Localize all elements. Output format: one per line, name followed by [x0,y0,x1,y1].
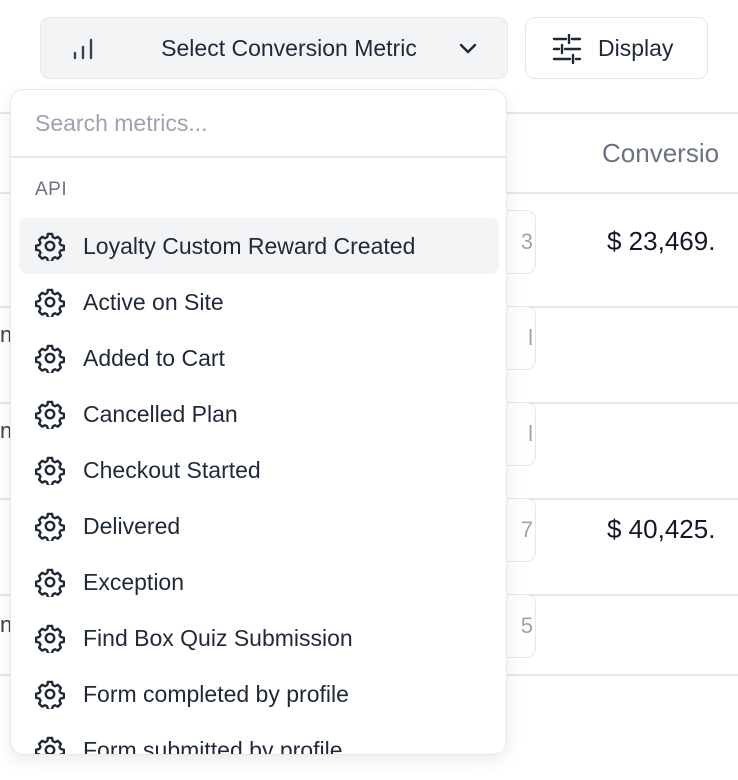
metric-option[interactable]: Active on Site [19,274,499,330]
metric-list: Loyalty Custom Reward Created Active on … [19,218,499,755]
metric-option[interactable]: Checkout Started [19,442,499,498]
conversion-amount: $ 40,425. [607,514,716,544]
chevron-down-icon [459,43,477,54]
metric-option[interactable]: Added to Cart [19,330,499,386]
metric-option-label: Exception [83,568,185,595]
group-label-api: API [35,179,68,200]
gear-icon [35,680,65,709]
display-button-label: Display [598,34,674,61]
metric-option-label: Added to Cart [83,344,225,371]
gear-icon [35,568,65,597]
metric-option-label: Cancelled Plan [83,400,238,427]
metric-option[interactable]: Form completed by profile [19,666,499,722]
gear-icon [35,344,65,373]
search-divider [11,156,506,158]
gear-icon [35,512,65,541]
metric-option-label: Delivered [83,512,181,539]
select-conversion-metric-button[interactable]: Select Conversion Metric [40,17,508,79]
metric-option-label: Active on Site [83,288,224,315]
gear-icon [35,400,65,429]
conversion-column-header: Conversio [602,138,720,168]
gear-icon [35,232,65,261]
gear-icon [35,736,65,754]
metric-option-label: Find Box Quiz Submission [83,624,353,651]
metric-option[interactable]: Exception [19,554,499,610]
metric-option[interactable]: Cancelled Plan [19,386,499,442]
gear-icon [35,288,65,317]
bar-chart-icon [73,38,93,60]
metric-option[interactable]: Find Box Quiz Submission [19,610,499,666]
metric-dropdown: API Loyalty Custom Reward Created Active… [10,89,507,755]
metric-button-label: Select Conversion Metric [161,34,417,61]
sliders-icon [552,34,582,64]
gear-icon [35,624,65,653]
metric-option[interactable]: Form submitted by profile [19,722,499,755]
metric-option[interactable]: Delivered [19,498,499,554]
display-button[interactable]: Display [525,17,708,79]
search-metrics-input[interactable] [11,90,506,156]
metric-option-label: Checkout Started [83,456,261,483]
metric-option[interactable]: Loyalty Custom Reward Created [19,218,499,274]
metric-option-label: Form completed by profile [83,680,349,707]
metric-option-label: Loyalty Custom Reward Created [83,232,416,259]
conversion-amount: $ 23,469. [607,226,716,256]
metric-option-label: Form submitted by profile [83,736,343,755]
gear-icon [35,456,65,485]
